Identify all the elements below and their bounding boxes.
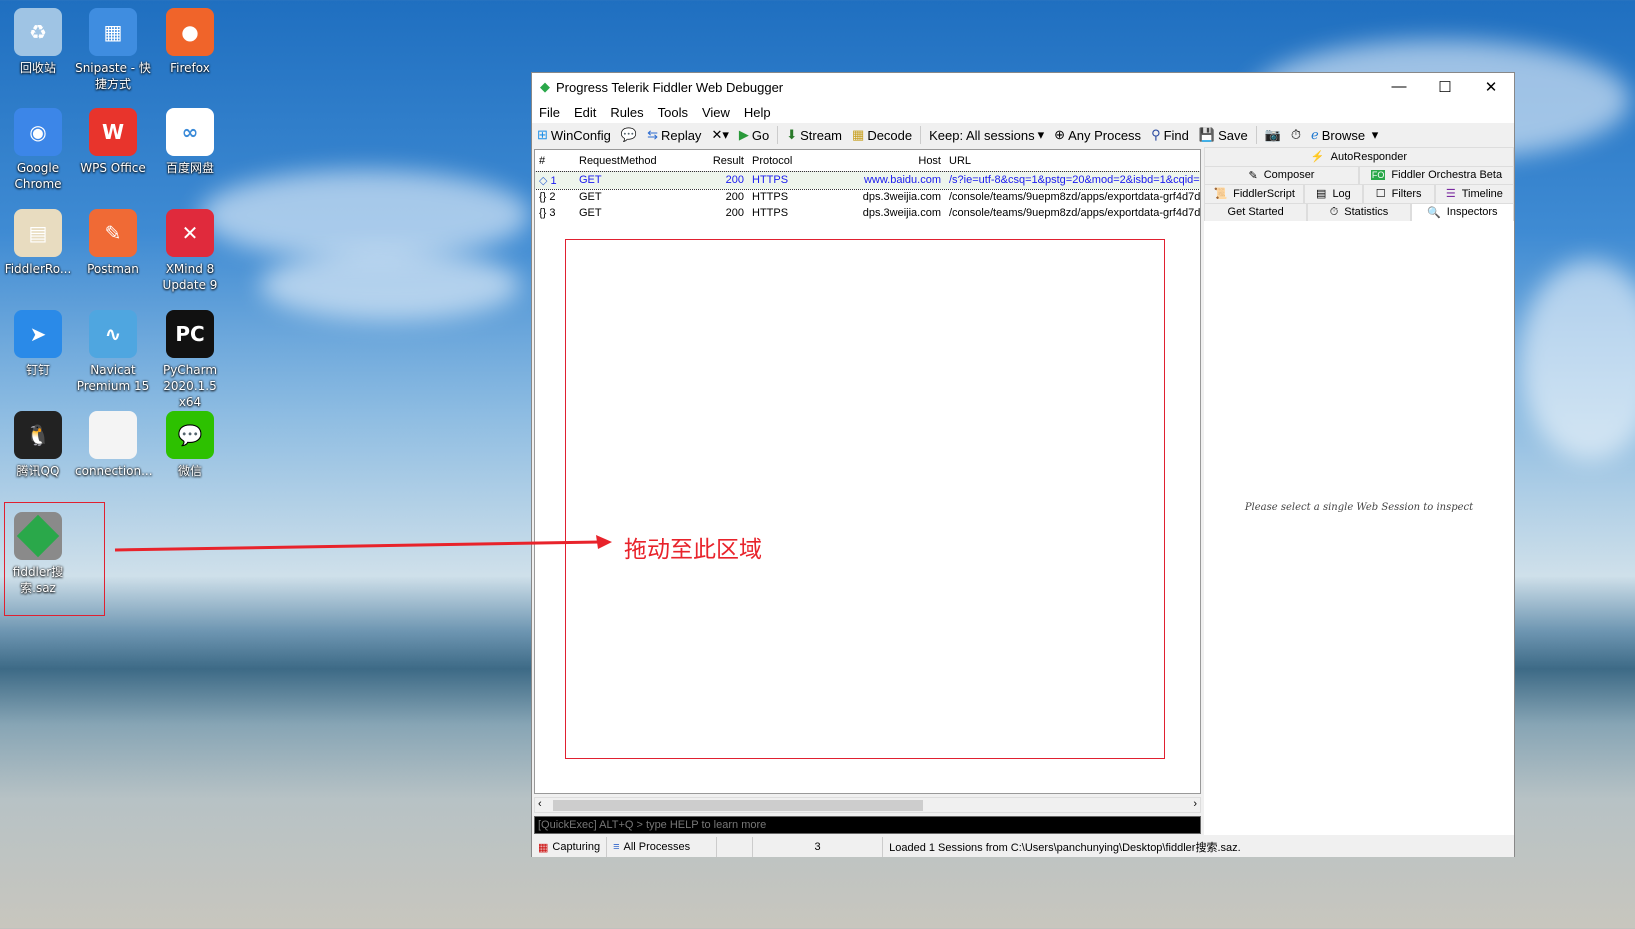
drop-annotation: 拖动至此区域 (624, 537, 762, 563)
arrow-line (114, 540, 601, 552)
arrow-head (596, 535, 612, 549)
drag-arrow (114, 535, 612, 552)
